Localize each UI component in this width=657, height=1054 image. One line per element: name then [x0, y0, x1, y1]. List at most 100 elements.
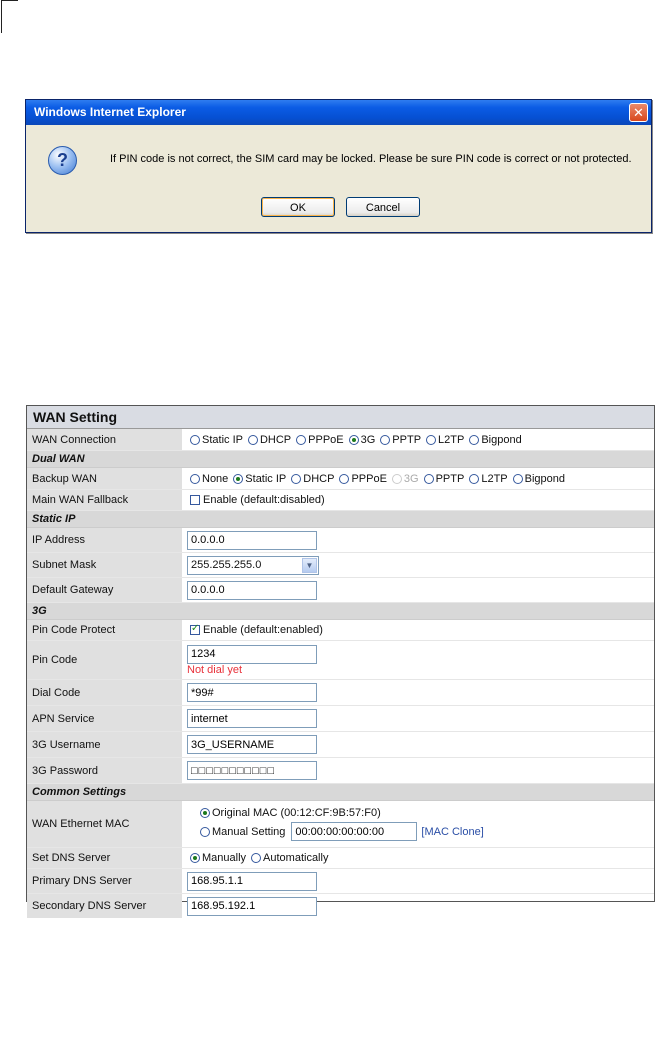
confirm-dialog: Windows Internet Explorer ✕ ? If PIN cod… [25, 99, 652, 233]
ip-address-label: IP Address [27, 528, 182, 552]
3g-password-label: 3G Password [27, 758, 182, 783]
wan-connection-options: Static IP DHCP PPPoE 3G PPTP L2TP Bigpon… [187, 429, 654, 450]
3g-username-label: 3G Username [27, 732, 182, 757]
section-3g: 3G [27, 603, 654, 620]
backup-opt-pppoe[interactable]: PPPoE [336, 473, 387, 485]
pin-protect-check-label: Enable (default:enabled) [203, 624, 323, 636]
radio-selected-icon[interactable] [348, 434, 359, 445]
dialog-title-bar: Windows Internet Explorer ✕ [26, 100, 651, 125]
wan-ethernet-mac-label: WAN Ethernet MAC [27, 801, 182, 847]
wan-opt-static-ip[interactable]: Static IP [187, 434, 243, 446]
pin-protect-row: Pin Code Protect Enable (default:enabled… [27, 620, 654, 641]
panel-title: WAN Setting [27, 406, 654, 429]
dial-code-row: Dial Code [27, 680, 654, 706]
set-dns-label: Set DNS Server [27, 848, 182, 868]
dialog-message: If PIN code is not correct, the SIM card… [110, 153, 632, 165]
radio-icon[interactable] [296, 434, 307, 445]
apn-service-input[interactable] [187, 709, 317, 728]
secondary-dns-label: Secondary DNS Server [27, 894, 182, 918]
subnet-mask-select[interactable]: 255.255.255.0 ▼ [187, 555, 319, 575]
close-icon[interactable]: ✕ [629, 103, 648, 122]
backup-wan-options: None Static IP DHCP PPPoE 3G PPTP L2TP B… [187, 468, 654, 489]
radio-icon[interactable] [380, 434, 391, 445]
default-gateway-label: Default Gateway [27, 578, 182, 602]
wan-opt-pptp[interactable]: PPTP [377, 434, 421, 446]
radio-icon[interactable] [426, 434, 437, 445]
wan-setting-panel: WAN Setting WAN Connection Static IP DHC… [26, 405, 655, 918]
3g-password-input[interactable] [187, 761, 317, 780]
wan-opt-pppoe[interactable]: PPPoE [293, 434, 344, 446]
ok-button[interactable]: OK [261, 197, 335, 217]
corner-crop-mark [0, 0, 18, 33]
radio-icon[interactable] [251, 853, 262, 863]
subnet-mask-row: Subnet Mask 255.255.255.0 ▼ [27, 553, 654, 578]
radio-icon[interactable] [190, 473, 200, 484]
radio-icon[interactable] [247, 434, 258, 445]
apn-service-label: APN Service [27, 706, 182, 731]
wan-opt-l2tp[interactable]: L2TP [423, 434, 464, 446]
chevron-down-icon[interactable]: ▼ [302, 557, 317, 573]
backup-wan-label: Backup WAN [27, 468, 182, 489]
default-gateway-input[interactable] [187, 580, 317, 600]
wan-opt-3g[interactable]: 3G [346, 434, 375, 446]
fallback-checkbox[interactable] [190, 495, 200, 505]
mac-clone-link[interactable]: [MAC Clone] [421, 826, 483, 838]
dns-manual-option[interactable]: Manually [187, 852, 246, 864]
set-dns-row: Set DNS Server Manually Automatically [27, 848, 654, 869]
backup-opt-dhcp[interactable]: DHCP [288, 473, 334, 485]
main-wan-fallback-label: Main WAN Fallback [27, 490, 182, 510]
question-icon: ? [48, 146, 77, 175]
ip-address-input[interactable] [187, 530, 317, 550]
backup-opt-pptp[interactable]: PPTP [421, 473, 464, 485]
radio-selected-icon[interactable] [233, 473, 244, 484]
radio-icon[interactable] [200, 826, 210, 837]
dial-code-input[interactable] [187, 683, 317, 702]
section-static-ip: Static IP [27, 511, 654, 528]
radio-selected-icon[interactable] [200, 808, 210, 818]
3g-username-input[interactable] [187, 735, 317, 754]
secondary-dns-row: Secondary DNS Server [27, 894, 654, 918]
wan-opt-dhcp[interactable]: DHCP [245, 434, 291, 446]
radio-icon[interactable] [469, 473, 480, 484]
pin-code-label: Pin Code [27, 641, 182, 679]
backup-opt-static-ip[interactable]: Static IP [230, 473, 286, 485]
wan-ethernet-mac-row: WAN Ethernet MAC Original MAC (00:12:CF:… [27, 801, 654, 848]
manual-mac-option[interactable]: Manual Setting [MAC Clone] [197, 822, 484, 841]
wan-connection-row: WAN Connection Static IP DHCP PPPoE 3G P… [27, 429, 654, 451]
dial-code-label: Dial Code [27, 680, 182, 705]
main-wan-fallback-row: Main WAN Fallback Enable (default:disabl… [27, 490, 654, 511]
original-mac-option[interactable]: Original MAC (00:12:CF:9B:57:F0) [197, 807, 381, 819]
pin-protect-checkbox[interactable] [190, 623, 200, 635]
radio-icon[interactable] [423, 473, 434, 484]
3g-username-row: 3G Username [27, 732, 654, 758]
backup-opt-3g: 3G [389, 473, 419, 485]
radio-icon[interactable] [291, 473, 302, 484]
primary-dns-row: Primary DNS Server [27, 869, 654, 894]
backup-opt-bigpond[interactable]: Bigpond [510, 473, 565, 485]
backup-opt-none[interactable]: None [187, 473, 228, 485]
subnet-mask-value: 255.255.255.0 [191, 558, 262, 571]
default-gateway-row: Default Gateway [27, 578, 654, 603]
section-common-settings: Common Settings [27, 784, 654, 801]
radio-icon[interactable] [512, 473, 523, 484]
subnet-mask-label: Subnet Mask [27, 553, 182, 577]
secondary-dns-input[interactable] [187, 896, 317, 916]
section-dual-wan: Dual WAN [27, 451, 654, 468]
dns-auto-option[interactable]: Automatically [248, 852, 328, 864]
cancel-button[interactable]: Cancel [346, 197, 420, 217]
radio-icon[interactable] [469, 434, 480, 445]
radio-selected-icon[interactable] [190, 853, 200, 863]
wan-opt-bigpond[interactable]: Bigpond [466, 434, 522, 446]
manual-mac-input[interactable] [291, 822, 418, 841]
backup-wan-row: Backup WAN None Static IP DHCP PPPoE 3G … [27, 468, 654, 490]
3g-password-row: 3G Password [27, 758, 654, 784]
radio-icon[interactable] [339, 473, 350, 484]
backup-opt-l2tp[interactable]: L2TP [466, 473, 508, 485]
fallback-check-label: Enable (default:disabled) [203, 494, 325, 506]
pin-status-text: Not dial yet [187, 663, 243, 676]
pin-code-row: Pin Code Not dial yet [27, 641, 654, 680]
ip-address-row: IP Address [27, 528, 654, 553]
radio-icon[interactable] [190, 434, 200, 445]
primary-dns-input[interactable] [187, 871, 317, 891]
pin-code-input[interactable] [187, 644, 317, 664]
